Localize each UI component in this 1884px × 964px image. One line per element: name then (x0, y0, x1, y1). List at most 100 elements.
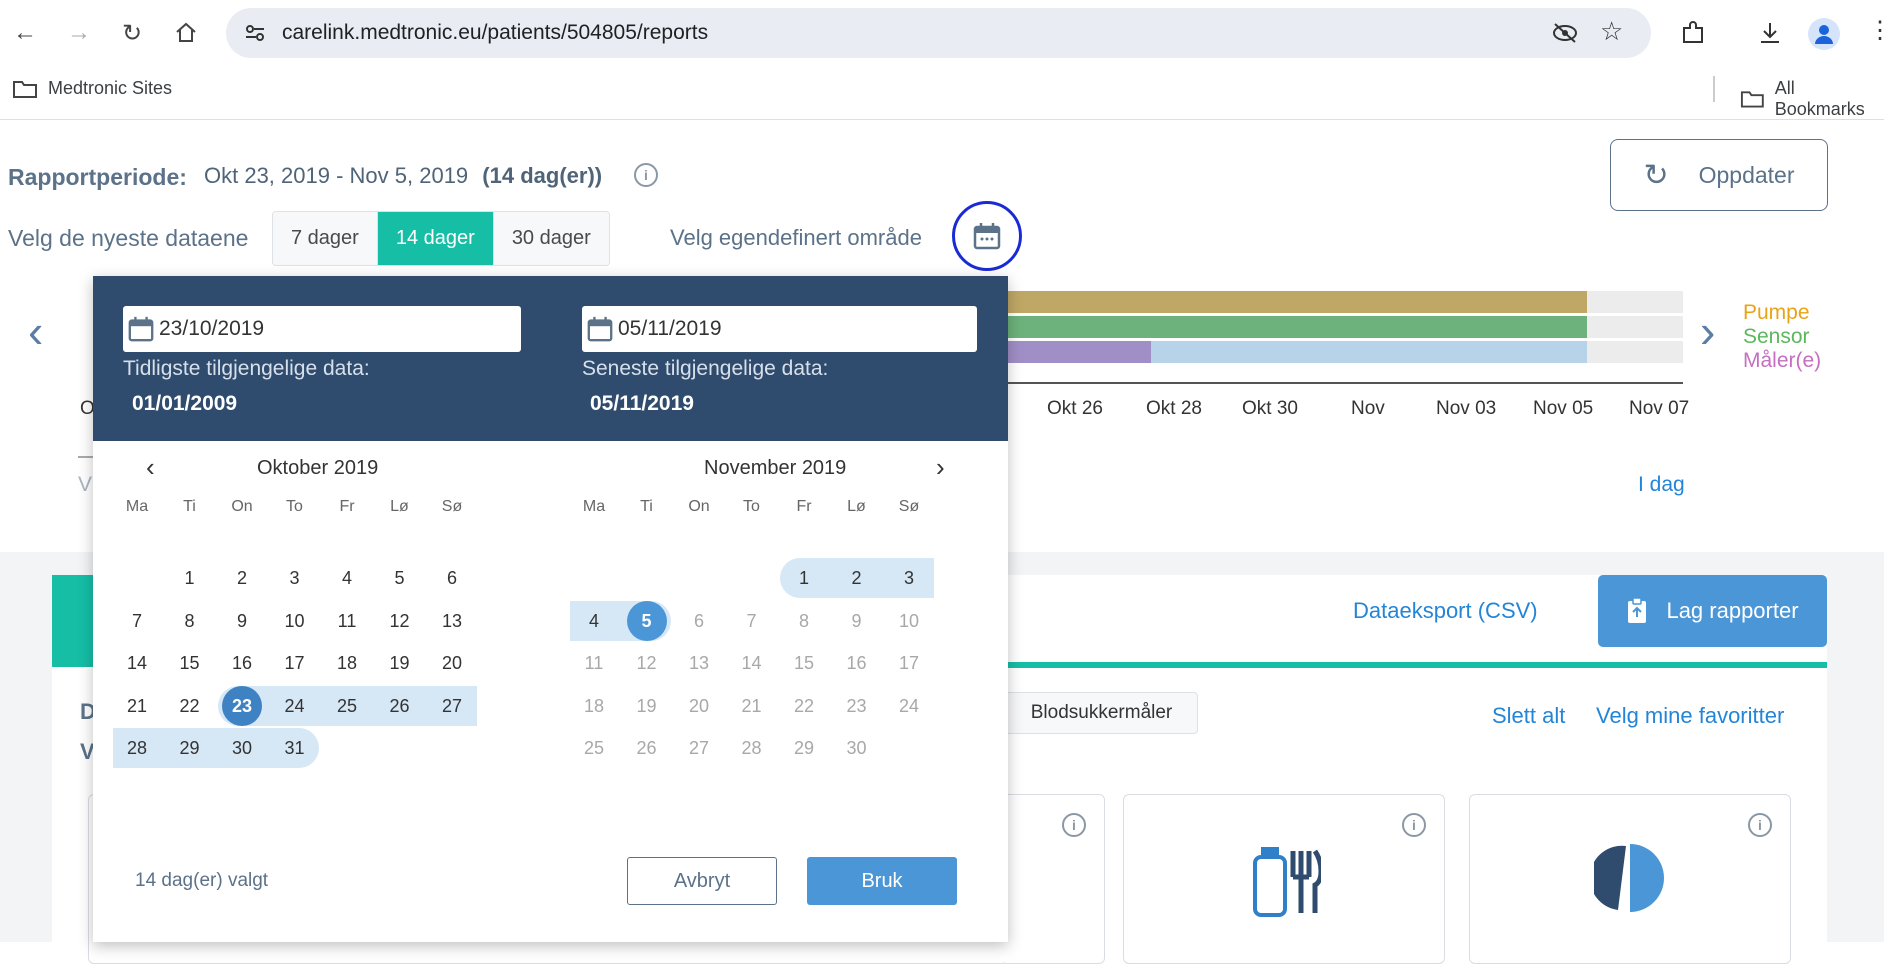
calendar-day[interactable]: 25 (568, 728, 620, 768)
calendar-day[interactable]: 8 (164, 601, 216, 641)
calendar-day[interactable]: 15 (778, 643, 830, 683)
calendar-day[interactable]: 21 (111, 686, 163, 726)
calendar-day[interactable]: 7 (111, 601, 163, 641)
calendar-day[interactable]: 24 (883, 686, 935, 726)
calendar-day[interactable]: 4 (321, 558, 373, 598)
calendar-day[interactable]: 30 (831, 728, 883, 768)
forward-arrow-icon[interactable]: → (64, 18, 94, 48)
download-icon[interactable] (1757, 20, 1783, 46)
calendar-day[interactable]: 9 (216, 601, 268, 641)
active-tab-indicator[interactable] (52, 575, 94, 667)
calendar-day[interactable]: 1 (164, 558, 216, 598)
calendar-day[interactable]: 16 (831, 643, 883, 683)
calendar-button[interactable] (952, 201, 1022, 271)
calendar-day[interactable]: 4 (568, 601, 620, 641)
calendar-day[interactable]: 18 (321, 643, 373, 683)
home-icon[interactable] (171, 18, 201, 48)
calendar-day[interactable]: 5 (621, 601, 673, 641)
calendar-day[interactable]: 27 (426, 686, 478, 726)
info-icon[interactable]: i (1402, 813, 1426, 837)
calendar-day[interactable]: 17 (269, 643, 321, 683)
seg-30-days[interactable]: 30 dager (493, 212, 609, 265)
star-icon[interactable]: ☆ (1600, 16, 1623, 47)
calendar-day[interactable]: 5 (374, 558, 426, 598)
calendar-day[interactable]: 20 (673, 686, 725, 726)
next-month-chevron-icon[interactable]: › (936, 452, 945, 483)
calendar-day[interactable]: 2 (831, 558, 883, 598)
calendar-day[interactable]: 19 (374, 643, 426, 683)
bookmark-all[interactable]: All Bookmarks (1740, 78, 1884, 120)
calendar-day[interactable]: 22 (164, 686, 216, 726)
create-reports-button[interactable]: Lag rapporter (1598, 575, 1827, 647)
extensions-icon[interactable] (1680, 20, 1706, 46)
calendar-day[interactable]: 24 (269, 686, 321, 726)
calendar-day[interactable]: 29 (778, 728, 830, 768)
prev-month-chevron-icon[interactable]: ‹ (146, 452, 155, 483)
site-settings-icon[interactable] (244, 22, 266, 44)
calendar-day[interactable]: 17 (883, 643, 935, 683)
csv-export-link[interactable]: Dataeksport (CSV) (1353, 598, 1538, 624)
calendar-day[interactable]: 13 (673, 643, 725, 683)
bookmark-medtronic-sites[interactable]: Medtronic Sites (12, 78, 172, 99)
menu-dots-icon[interactable]: ⋮ (1868, 16, 1884, 45)
calendar-day[interactable]: 12 (374, 601, 426, 641)
cancel-button[interactable]: Avbryt (627, 857, 777, 905)
calendar-day[interactable]: 30 (216, 728, 268, 768)
calendar-day[interactable]: 25 (321, 686, 373, 726)
calendar-day[interactable]: 28 (726, 728, 778, 768)
apply-button[interactable]: Bruk (807, 857, 957, 905)
calendar-day[interactable]: 28 (111, 728, 163, 768)
report-tile[interactable]: i (1005, 794, 1105, 964)
calendar-day[interactable]: 22 (778, 686, 830, 726)
calendar-day[interactable]: 10 (269, 601, 321, 641)
calendar-day[interactable]: 7 (726, 601, 778, 641)
calendar-day[interactable]: 18 (568, 686, 620, 726)
calendar-day[interactable]: 9 (831, 601, 883, 641)
profile-avatar[interactable] (1808, 18, 1840, 50)
calendar-day[interactable]: 27 (673, 728, 725, 768)
info-icon[interactable]: i (634, 163, 658, 187)
calendar-day[interactable]: 21 (726, 686, 778, 726)
calendar-day[interactable]: 23 (216, 686, 268, 726)
calendar-day[interactable]: 14 (726, 643, 778, 683)
timeline-prev-chevron-icon[interactable]: ‹ (28, 304, 43, 358)
report-tile-distribution[interactable]: i (1469, 794, 1791, 964)
seg-14-days[interactable]: 14 dager (377, 212, 494, 265)
refresh-button[interactable]: ↻ Oppdater (1610, 139, 1828, 211)
calendar-day[interactable]: 11 (568, 643, 620, 683)
calendar-day[interactable]: 15 (164, 643, 216, 683)
calendar-day[interactable]: 20 (426, 643, 478, 683)
calendar-day[interactable]: 12 (621, 643, 673, 683)
calendar-day[interactable]: 29 (164, 728, 216, 768)
eye-off-icon[interactable] (1551, 21, 1579, 45)
reload-icon[interactable]: ↻ (117, 18, 147, 48)
calendar-day[interactable]: 1 (778, 558, 830, 598)
calendar-day[interactable]: 6 (426, 558, 478, 598)
calendar-day[interactable]: 11 (321, 601, 373, 641)
filter-chip-meter[interactable]: Blodsukkermåler (1005, 692, 1198, 734)
clear-all-link[interactable]: Slett alt (1492, 703, 1565, 729)
info-icon[interactable]: i (1062, 813, 1086, 837)
favorites-link[interactable]: Velg mine favoritter (1596, 703, 1784, 729)
info-icon[interactable]: i (1748, 813, 1772, 837)
calendar-day[interactable]: 14 (111, 643, 163, 683)
calendar-day[interactable]: 31 (269, 728, 321, 768)
calendar-day[interactable]: 6 (673, 601, 725, 641)
calendar-day[interactable]: 19 (621, 686, 673, 726)
calendar-day[interactable]: 2 (216, 558, 268, 598)
calendar-day[interactable]: 13 (426, 601, 478, 641)
end-date-input[interactable]: 05/11/2019 (582, 306, 977, 352)
calendar-day[interactable]: 10 (883, 601, 935, 641)
calendar-day[interactable]: 26 (621, 728, 673, 768)
calendar-day[interactable]: 16 (216, 643, 268, 683)
url-text[interactable]: carelink.medtronic.eu/patients/504805/re… (282, 21, 708, 45)
today-link[interactable]: I dag (1638, 473, 1685, 497)
start-date-input[interactable]: 23/10/2019 (123, 306, 521, 352)
calendar-day[interactable]: 3 (883, 558, 935, 598)
address-bar[interactable]: carelink.medtronic.eu/patients/504805/re… (226, 8, 1651, 58)
calendar-day[interactable]: 3 (269, 558, 321, 598)
calendar-day[interactable]: 26 (374, 686, 426, 726)
report-tile-meals[interactable]: i (1123, 794, 1445, 964)
timeline-next-chevron-icon[interactable]: › (1700, 304, 1715, 358)
back-arrow-icon[interactable]: ← (10, 18, 40, 48)
